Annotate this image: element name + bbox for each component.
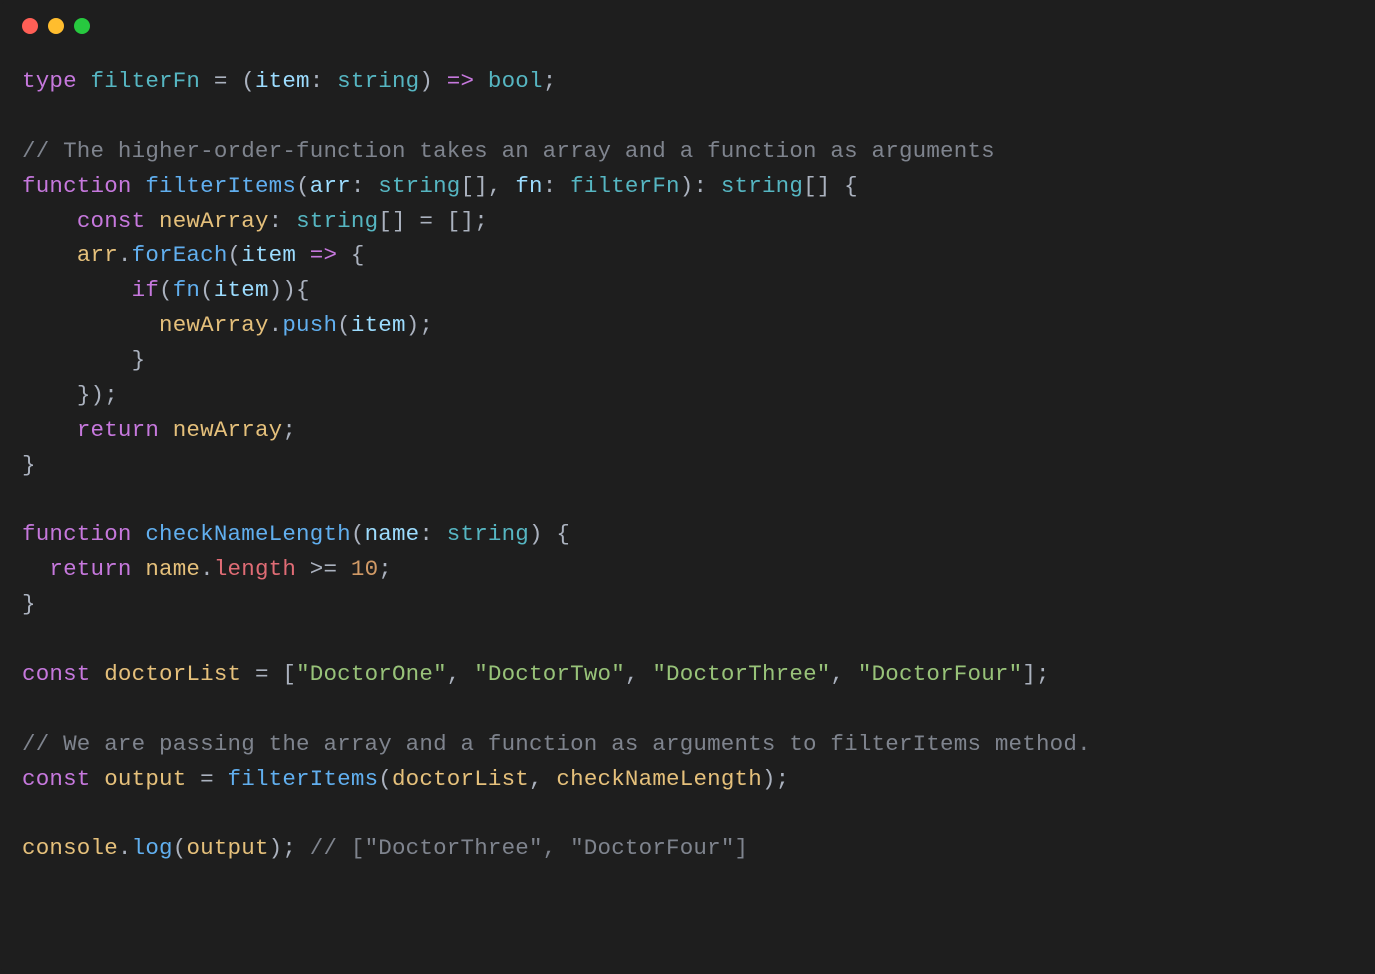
code-line: }); [22, 382, 118, 408]
code-window: type filterFn = (item: string) => bool; … [0, 0, 1375, 974]
code-line: } [22, 347, 145, 373]
code-line: if(fn(item)){ [22, 277, 310, 303]
code-line: newArray.push(item); [22, 312, 433, 338]
code-line: const output = filterItems(doctorList, c… [22, 766, 789, 792]
code-line: console.log(output); // ["DoctorThree", … [22, 835, 748, 861]
code-line: const newArray: string[] = []; [22, 208, 488, 234]
code-line: function filterItems(arr: string[], fn: … [22, 173, 858, 199]
code-editor[interactable]: type filterFn = (item: string) => bool; … [0, 64, 1375, 866]
code-line: } [22, 452, 36, 478]
window-controls [0, 18, 1375, 64]
maximize-icon[interactable] [74, 18, 90, 34]
code-line: const doctorList = ["DoctorOne", "Doctor… [22, 661, 1050, 687]
code-line: function checkNameLength(name: string) { [22, 521, 570, 547]
close-icon[interactable] [22, 18, 38, 34]
code-line: return newArray; [22, 417, 296, 443]
minimize-icon[interactable] [48, 18, 64, 34]
code-line: // We are passing the array and a functi… [22, 731, 1091, 757]
code-line: arr.forEach(item => { [22, 242, 365, 268]
code-line: } [22, 591, 36, 617]
code-line: type filterFn = (item: string) => bool; [22, 68, 556, 94]
code-line: return name.length >= 10; [22, 556, 392, 582]
code-line: // The higher-order-function takes an ar… [22, 138, 995, 164]
